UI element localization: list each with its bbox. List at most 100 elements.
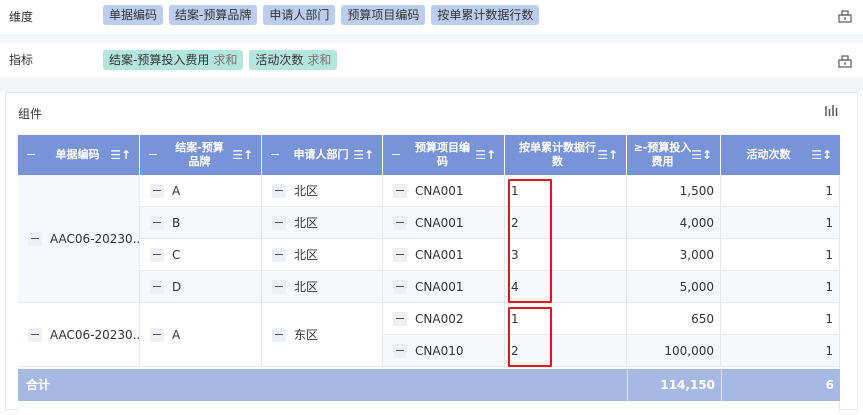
col-header-proj[interactable]: 预算项目编码 ☰↑ [383,135,505,175]
sort-icon[interactable]: ☰↑ [232,148,253,162]
collapse-icon[interactable] [28,231,42,246]
brand-value: A [172,328,181,342]
panel-title: 组件 [18,107,43,121]
table-header: 单据编码 ☰↑ 结案-预算 品牌 ☰↑ 申请人部门 ☰↑ 预算项目编码 ☰↑ 按单累计数据… [18,135,840,175]
dept-value: 北区 [294,216,319,230]
collapse-icon[interactable] [272,183,286,198]
proj-value: CNA001 [415,216,464,230]
proj-value: CNA001 [415,280,464,294]
sort-icon[interactable]: ☰↑ [110,148,131,162]
times-cell: 1 [721,207,840,239]
proj-value: CNA002 [415,312,464,326]
dimension-chip[interactable]: 申请人部门 [263,5,336,25]
collapse-icon[interactable] [150,215,164,230]
cost-cell: 3,000 [627,239,721,271]
doc-value: AAC06-20230... [50,232,145,246]
col-header-line: 结案-预算 [175,141,224,154]
indicator-chip[interactable]: 结案-预算投入费用 求和 [103,50,244,70]
dimension-chip[interactable]: 按单累计数据行数 [431,5,540,25]
col-header-line: 数 [552,155,563,168]
col-header-line: 码 [437,155,448,168]
brand-cell: A [140,303,262,367]
collapse-icon[interactable] [272,279,286,294]
indicator-chip-agg: 求和 [213,53,238,67]
sort-icon[interactable]: ☰↕ [811,148,832,162]
dept-cell: 北区 [262,175,383,207]
indicator-chip-name: 活动次数 [255,53,304,67]
brand-value: A [172,184,181,198]
dimension-settings-icon[interactable] [837,8,853,24]
total-cost: 114,150 [660,378,715,392]
collapse-icon[interactable] [150,279,164,294]
brand-cell: A [140,175,262,207]
col-header-line: 按单累计数据行 [519,141,596,154]
collapse-icon[interactable] [393,343,407,358]
component-panel: 组件 单据编码 ☰↑ 结案-预算 品牌 ☰↑ 申请人部门 ☰↑ 预算项目编码 ☰↑ 按单累… [5,92,858,411]
dept-cell: 北区 [262,239,383,271]
total-times: 6 [825,378,834,392]
dimension-chip[interactable]: 结案-预算品牌 [169,5,258,25]
indicator-chip-agg: 求和 [307,53,332,67]
times-cell: 1 [721,335,840,367]
collapse-icon[interactable] [272,327,286,342]
cost-cell: 100,000 [627,335,721,367]
sort-icon[interactable]: ☰↑ [475,148,496,162]
times-cell: 1 [721,303,840,335]
collapse-icon[interactable] [150,327,164,342]
cost-cell: 1,500 [627,175,721,207]
dept-value: 北区 [294,184,319,198]
highlight-box [508,179,552,303]
proj-cell: CNA002 [383,303,505,335]
separator [0,77,863,92]
cost-cell: 5,000 [627,271,721,303]
col-header-doc[interactable]: 单据编码 ☰↑ [18,135,140,175]
dimension-chip[interactable]: 单据编码 [103,5,164,25]
col-header-cost[interactable]: ≥-预算投入 费用 ☰↕ [627,135,721,175]
dimension-label: 维度 [9,10,34,24]
proj-value: CNA010 [415,344,464,358]
times-cell: 1 [721,175,840,207]
col-header-brand[interactable]: 结案-预算 品牌 ☰↑ [140,135,262,175]
doc-value: AAC06-20230... [50,328,145,342]
dept-cell: 北区 [262,271,383,303]
col-header-line: 费用 [651,155,674,168]
dept-value: 北区 [294,248,319,262]
proj-cell: CNA010 [383,335,505,367]
indicator-label: 指标 [9,53,34,67]
dimension-bar: 维度 单据编码 结案-预算品牌 申请人部门 预算项目编码 按单累计数据行数 [0,0,863,34]
collapse-icon[interactable] [150,247,164,262]
cost-cell: 4,000 [627,207,721,239]
dept-cell: 北区 [262,207,383,239]
col-header-count[interactable]: 按单累计数据行数 ☰↑ [505,135,627,175]
brand-value: D [172,280,182,294]
indicator-chip[interactable]: 活动次数 求和 [249,50,338,70]
pivot-table: 单据编码 ☰↑ 结案-预算 品牌 ☰↑ 申请人部门 ☰↑ 预算项目编码 ☰↑ 按单累计数据… [18,135,840,411]
collapse-icon[interactable] [28,327,42,342]
dimension-chips: 单据编码 结案-预算品牌 申请人部门 预算项目编码 按单累计数据行数 [103,5,540,25]
col-header-times[interactable]: 活动次数 ☰↕ [721,135,840,175]
collapse-icon[interactable] [393,247,407,262]
indicator-bar: 指标 结案-预算投入费用 求和 活动次数 求和 [0,43,863,77]
collapse-icon[interactable] [150,183,164,198]
indicator-settings-icon[interactable] [837,53,853,69]
col-header-line: 预算项目编 [415,141,470,154]
collapse-icon[interactable] [393,311,407,326]
sort-icon[interactable]: ☰↑ [597,148,618,162]
dimension-chip[interactable]: 预算项目编码 [341,5,426,25]
collapse-icon[interactable] [393,215,407,230]
chart-type-icon[interactable] [823,103,839,119]
brand-value: C [172,248,181,262]
sort-icon[interactable]: ☰↕ [691,148,712,162]
collapse-icon[interactable] [272,215,286,230]
sort-icon[interactable]: ☰↑ [353,148,374,162]
collapse-icon[interactable] [272,247,286,262]
dept-cell: 东区 [262,303,383,367]
col-header-line: ≥-预算投入 [633,141,692,154]
collapse-icon[interactable] [393,183,407,198]
total-row: 合计 114,150 6 [18,369,840,401]
col-header-dept[interactable]: 申请人部门 ☰↑ [262,135,383,175]
collapse-icon[interactable] [393,279,407,294]
times-cell: 1 [721,271,840,303]
brand-cell: B [140,207,262,239]
doc-cell: AAC06-20230... [18,303,144,367]
